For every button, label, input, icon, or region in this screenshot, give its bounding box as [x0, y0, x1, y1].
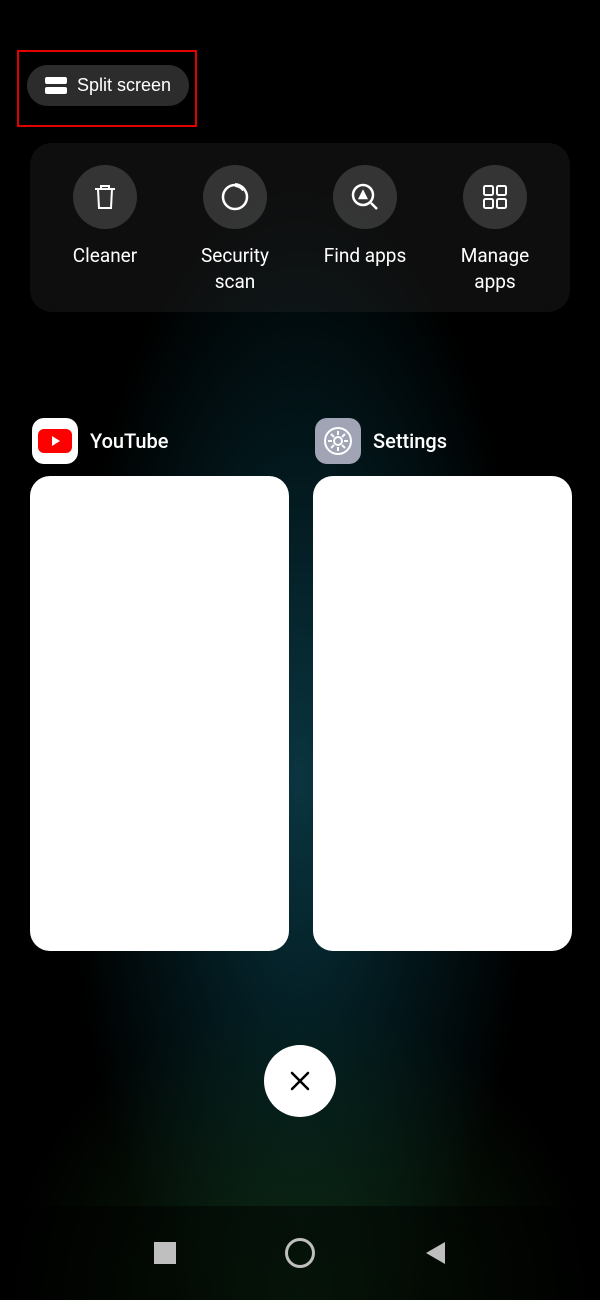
security-label: Security scan — [201, 243, 269, 294]
circle-icon — [285, 1238, 315, 1268]
security-circle — [203, 165, 267, 229]
tool-panel: Cleaner Security scan Find apps — [30, 143, 570, 312]
split-screen-icon — [45, 77, 67, 94]
settings-title: Settings — [373, 429, 447, 453]
cleaner-tool[interactable]: Cleaner — [45, 165, 165, 294]
square-icon — [154, 1242, 176, 1264]
nav-back-button[interactable] — [405, 1240, 465, 1266]
cleaner-circle — [73, 165, 137, 229]
recent-apps-row: YouTube Settings — [30, 418, 572, 951]
search-icon — [350, 182, 380, 212]
nav-recents-button[interactable] — [135, 1242, 195, 1264]
youtube-title: YouTube — [90, 429, 169, 453]
triangle-back-icon — [423, 1240, 447, 1266]
split-screen-label: Split screen — [77, 75, 171, 96]
manage-label: Manage apps — [461, 243, 530, 294]
settings-header: Settings — [313, 418, 572, 476]
nav-home-button[interactable] — [270, 1238, 330, 1268]
navigation-bar — [0, 1206, 600, 1300]
youtube-preview — [30, 476, 289, 951]
close-icon — [287, 1068, 313, 1094]
youtube-card[interactable]: YouTube — [30, 418, 289, 951]
find-apps-tool[interactable]: Find apps — [305, 165, 425, 294]
find-circle — [333, 165, 397, 229]
cleaner-label: Cleaner — [73, 243, 137, 269]
grid-icon — [482, 184, 508, 210]
settings-icon — [315, 418, 361, 464]
manage-apps-tool[interactable]: Manage apps — [435, 165, 555, 294]
split-screen-button[interactable]: Split screen — [27, 65, 189, 106]
trash-icon — [92, 183, 118, 211]
security-tool[interactable]: Security scan — [175, 165, 295, 294]
clear-all-button[interactable] — [264, 1045, 336, 1117]
youtube-header: YouTube — [30, 418, 289, 476]
youtube-icon — [32, 418, 78, 464]
settings-preview — [313, 476, 572, 951]
manage-circle — [463, 165, 527, 229]
find-label: Find apps — [324, 243, 407, 269]
gear-icon — [322, 425, 354, 457]
settings-card[interactable]: Settings — [313, 418, 572, 951]
scan-icon — [220, 182, 250, 212]
